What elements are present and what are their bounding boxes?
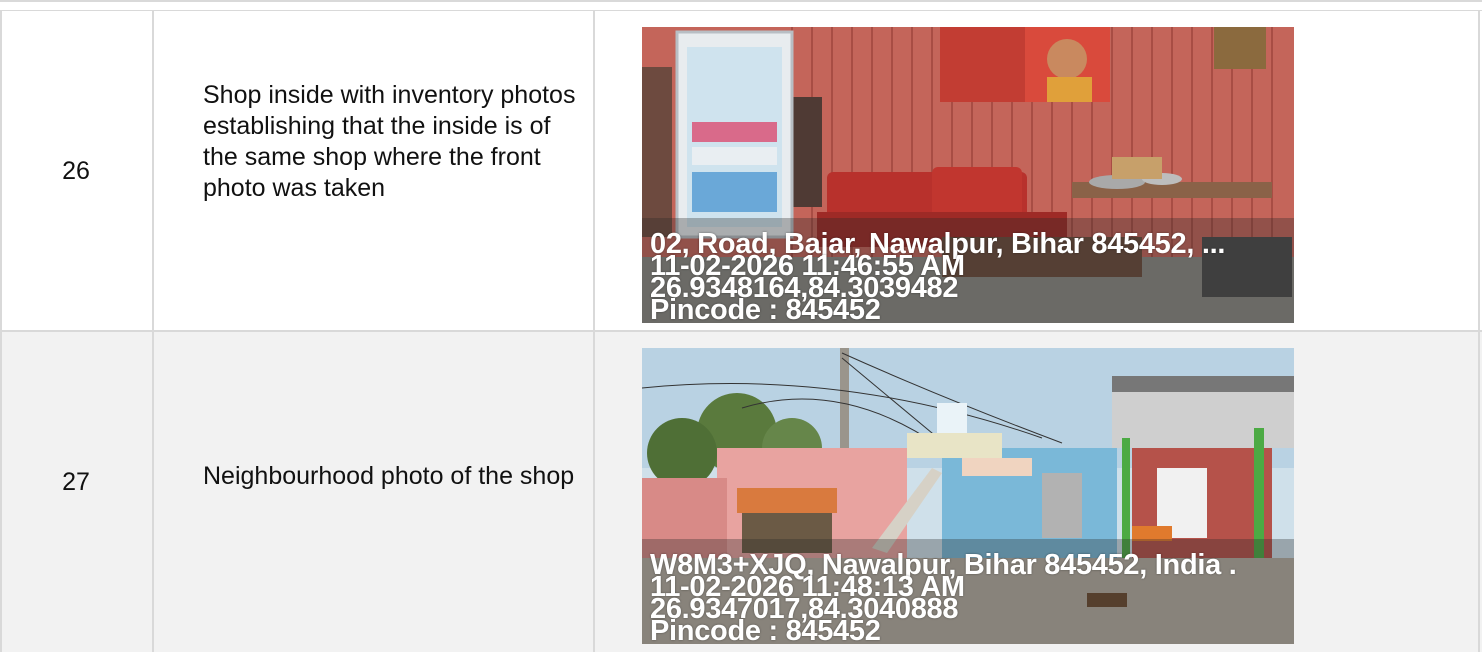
table-row: 27 Neighbourhood photo of the shop W8M3+… bbox=[0, 330, 1482, 652]
neighbourhood-photo: W8M3+XJQ, Nawalpur, Bihar 845452, India … bbox=[642, 348, 1294, 644]
column-divider bbox=[593, 10, 595, 652]
geo-tag-overlay: W8M3+XJQ, Nawalpur, Bihar 845452, India … bbox=[650, 551, 1294, 645]
row-description: Shop inside with inventory photos establ… bbox=[203, 81, 576, 202]
overlay-pincode: Pincode : 845452 bbox=[650, 294, 881, 324]
row-description: Neighbourhood photo of the shop bbox=[203, 462, 575, 490]
row-number: 27 bbox=[62, 467, 90, 496]
table-border-right bbox=[1478, 10, 1480, 652]
column-divider bbox=[152, 10, 154, 652]
overlay-pincode: Pincode : 845452 bbox=[650, 615, 881, 645]
table-border-left bbox=[0, 10, 2, 652]
photo-evidence-table: 26 Shop inside with inventory photos est… bbox=[0, 0, 1482, 652]
geo-tag-overlay: 02, Road, Bajar, Nawalpur, Bihar 845452,… bbox=[650, 230, 1294, 324]
row-number: 26 bbox=[62, 156, 90, 185]
shop-interior-photo: 02, Road, Bajar, Nawalpur, Bihar 845452,… bbox=[642, 27, 1294, 323]
table-row: 26 Shop inside with inventory photos est… bbox=[0, 10, 1482, 330]
